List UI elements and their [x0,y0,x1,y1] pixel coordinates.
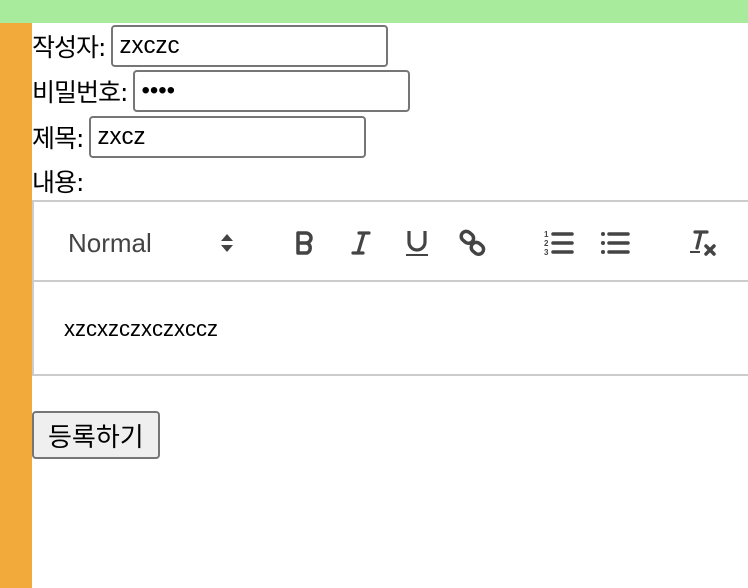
underline-icon[interactable] [400,226,434,260]
author-label: 작성자: [32,33,106,62]
title-input[interactable] [89,116,367,158]
password-label: 비밀번호: [32,78,128,107]
editor-toolbar: Normal 1 2 3 [32,200,748,282]
author-input[interactable] [111,25,389,67]
italic-icon[interactable] [344,226,378,260]
editor-body[interactable]: xzcxzczxczxccz [32,280,748,376]
sidebar [0,23,32,588]
bullet-list-icon[interactable] [598,226,632,260]
top-bar [0,0,748,23]
editor-text: xzcxzczxczxccz [64,316,218,341]
svg-text:3: 3 [544,248,549,257]
format-select-arrows-icon[interactable] [210,226,244,260]
rich-text-editor: Normal 1 2 3 xzcxzczxczxccz [32,200,748,376]
submit-button[interactable]: 등록하기 [32,411,160,459]
clear-format-icon[interactable] [686,226,720,260]
content-row: 내용: [32,163,84,199]
title-row: 제목: [32,116,367,158]
format-select[interactable]: Normal [68,228,152,259]
password-input[interactable] [133,70,411,112]
author-row: 작성자: [32,25,389,67]
ordered-list-icon[interactable]: 1 2 3 [542,226,576,260]
title-label: 제목: [32,124,84,153]
content-label: 내용: [32,168,84,197]
svg-text:2: 2 [544,239,549,248]
link-icon[interactable] [456,226,490,260]
password-row: 비밀번호: [32,70,411,112]
svg-text:1: 1 [544,230,549,239]
post-form: 작성자: 비밀번호: 제목: 내용: Normal [32,23,748,588]
bold-icon[interactable] [288,226,322,260]
